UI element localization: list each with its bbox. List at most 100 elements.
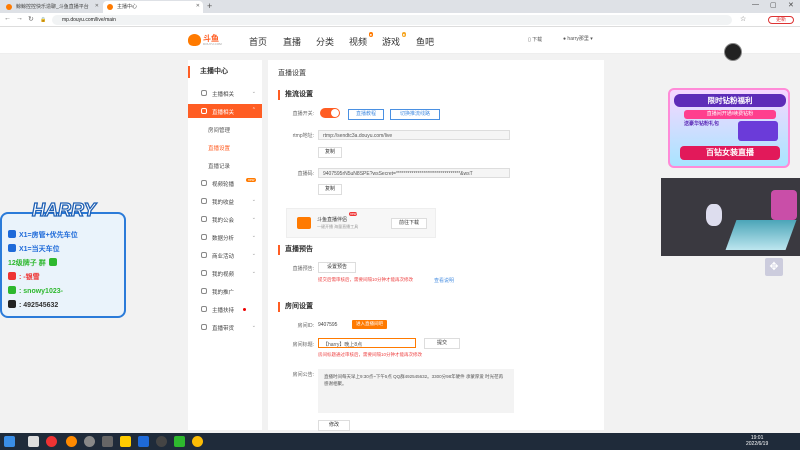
chevron-down-icon: ⌄: [251, 197, 256, 203]
windows-start-icon[interactable]: [4, 436, 15, 447]
move-icon[interactable]: ✥: [765, 258, 783, 276]
live-toggle-switch[interactable]: [320, 108, 340, 118]
system-clock[interactable]: 19:01 2022/6/19: [746, 435, 768, 447]
sidebar-item-label: 直播带货: [212, 326, 235, 332]
copy-code-button[interactable]: 复制: [318, 184, 342, 195]
sidebar: 主播中心 主播相关 ⌄ 直播相关 ⌃ 房间管理 直播设置 直播记录 视频轮播 new …: [188, 60, 262, 430]
page-title: 直播设置: [278, 70, 306, 77]
companion-title: 斗鱼直播伴侣: [317, 217, 348, 223]
enter-room-button[interactable]: 进入直播间吧: [352, 320, 387, 329]
notice-help-link[interactable]: 查看说明: [434, 277, 454, 284]
nav-fishbar[interactable]: 鱼吧: [416, 35, 434, 48]
douyu-logo[interactable]: 斗鱼 DOUYU.COM: [188, 33, 224, 47]
site-header: 斗鱼 DOUYU.COM 首页 直播 分类 视频 ● 游戏 ● 鱼吧 ▯ 下载 ● …: [0, 27, 800, 54]
nav-live[interactable]: 直播: [283, 35, 301, 48]
nav-video-label: 视频: [349, 37, 368, 47]
app-icon[interactable]: [138, 436, 149, 447]
sidebar-item-business[interactable]: 商业活动 ⌄: [188, 248, 262, 262]
download-companion-button[interactable]: 前往下载: [391, 218, 427, 229]
app-icon[interactable]: [102, 436, 113, 447]
star-icon[interactable]: ☆: [740, 15, 746, 23]
promo-overlay: 限时钻粉福利 直播间开通/续费钻粉 送豪华钻粉礼包 百钻女装直播: [668, 88, 790, 168]
folder-icon[interactable]: [120, 436, 131, 447]
info-line: : -银雪: [8, 272, 40, 282]
promo-line: 直播间开通/续费钻粉: [684, 110, 776, 119]
sidebar-item-live-records[interactable]: 直播记录: [188, 158, 262, 172]
obs-app-icon[interactable]: [84, 436, 95, 447]
app-icon[interactable]: [174, 436, 185, 447]
update-button[interactable]: 更新: [768, 16, 794, 24]
weibo-icon: [8, 272, 16, 280]
weibo-app-icon[interactable]: [46, 436, 57, 447]
new-tab-icon[interactable]: +: [207, 1, 212, 11]
sidebar-item-support[interactable]: 主播扶持: [188, 302, 262, 316]
browser-tab[interactable]: 鲸鲸控控快乐造聊_斗鱼直播平台 ✕: [2, 1, 102, 13]
search-icon[interactable]: [28, 436, 39, 447]
user-menu[interactable]: ● harry那里 ▾: [563, 35, 593, 42]
info-line: 12级牌子 群: [8, 258, 60, 268]
sidebar-item-label: 我的推广: [212, 290, 235, 296]
browser-tab-active[interactable]: 主播中心 ✕: [103, 1, 203, 13]
nav-games[interactable]: 游戏 ●: [382, 32, 407, 48]
sidebar-item-live[interactable]: 直播相关 ⌃: [188, 104, 262, 118]
sidebar-item-room-manage[interactable]: 房间管理: [188, 122, 262, 136]
sidebar-item-live-settings[interactable]: 直播设置: [188, 140, 262, 154]
video-badge: ●: [368, 32, 374, 37]
sidebar-item-guild[interactable]: 我的公会 ⌄: [188, 212, 262, 226]
clock-date: 2022/6/19: [746, 441, 769, 447]
nav-video[interactable]: 视频 ●: [349, 32, 374, 48]
browser-app-icon[interactable]: [66, 436, 77, 447]
sidebar-item-video-carousel[interactable]: 视频轮播 new: [188, 176, 262, 190]
lock-icon: 🔒: [40, 17, 47, 23]
reload-icon[interactable]: ↻: [28, 15, 34, 23]
doc-link-button[interactable]: 直播教程: [348, 109, 384, 120]
guild-icon: [201, 216, 207, 222]
url-input[interactable]: mp.douyu.com/live/main: [52, 15, 732, 25]
promo-headline: 限时钻粉福利: [674, 94, 786, 107]
rtmp-input[interactable]: rtmp://sendtc3a.douyu.com/live: [318, 130, 510, 140]
wechat-icon: [48, 258, 57, 266]
notice-label: 直播预告:: [292, 266, 314, 272]
submit-title-button[interactable]: 提交: [424, 338, 460, 349]
monitor-screen: [725, 220, 797, 250]
copy-rtmp-button[interactable]: 复制: [318, 147, 342, 158]
games-badge: ●: [401, 32, 407, 37]
sidebar-item-earnings[interactable]: 我的收益 ⌄: [188, 194, 262, 208]
room-title-input[interactable]: 【harry】晚上8点: [318, 338, 416, 348]
nav-category[interactable]: 分类: [316, 35, 334, 48]
switch-line-button[interactable]: 切换推流线路: [390, 109, 440, 120]
qq-icon: [8, 300, 16, 308]
new-badge: new: [349, 212, 358, 216]
announce-textarea[interactable]: 直播时间每天早上9:30点~下午5点 QQ群492545632。3300分98年…: [318, 369, 514, 413]
nav-home[interactable]: 首页: [249, 35, 267, 48]
chrome-icon[interactable]: [192, 436, 203, 447]
mic-icon: [201, 90, 207, 96]
sidebar-item-ecommerce[interactable]: 直播带货 ⌄: [188, 320, 262, 334]
sidebar-item-analytics[interactable]: 数据分析 ⌄: [188, 230, 262, 244]
maximize-icon[interactable]: ▢: [770, 1, 777, 9]
close-window-icon[interactable]: ✕: [788, 1, 794, 9]
title-warning: 房间标题通过审核后，需要间隔10分钟才能再次修改: [318, 352, 423, 357]
switch-label: 直播开关:: [292, 111, 314, 117]
close-tab-icon[interactable]: ✕: [196, 3, 200, 9]
chevron-down-icon: ⌄: [251, 251, 256, 257]
streamer-name: HARRY: [31, 199, 96, 220]
download-link[interactable]: ▯ 下载: [528, 36, 542, 43]
stream-code-input[interactable]: 9407595rN5uN8SPE?wsSecret=**************…: [318, 168, 510, 178]
sidebar-item-my-videos[interactable]: 我的视频 ⌄: [188, 266, 262, 280]
back-icon[interactable]: ←: [4, 15, 11, 22]
chevron-down-icon: ⌄: [251, 233, 256, 239]
download-label: 下载: [532, 37, 543, 43]
forward-icon[interactable]: →: [16, 15, 23, 22]
close-tab-icon[interactable]: ✕: [95, 3, 99, 9]
sidebar-title: 主播中心: [188, 66, 262, 78]
minimize-icon[interactable]: —: [752, 1, 759, 8]
modify-announce-button[interactable]: 修改: [318, 420, 350, 431]
info-text: : -银雪: [19, 274, 40, 281]
steam-icon[interactable]: [156, 436, 167, 447]
sidebar-item-promotion[interactable]: 我的推广: [188, 284, 262, 298]
sidebar-item-anchor[interactable]: 主播相关 ⌄: [188, 86, 262, 100]
room-title-label: 房间标题:: [292, 342, 314, 348]
set-notice-button[interactable]: 设置预告: [318, 262, 356, 273]
info-line: X1=当天车位: [8, 244, 60, 254]
